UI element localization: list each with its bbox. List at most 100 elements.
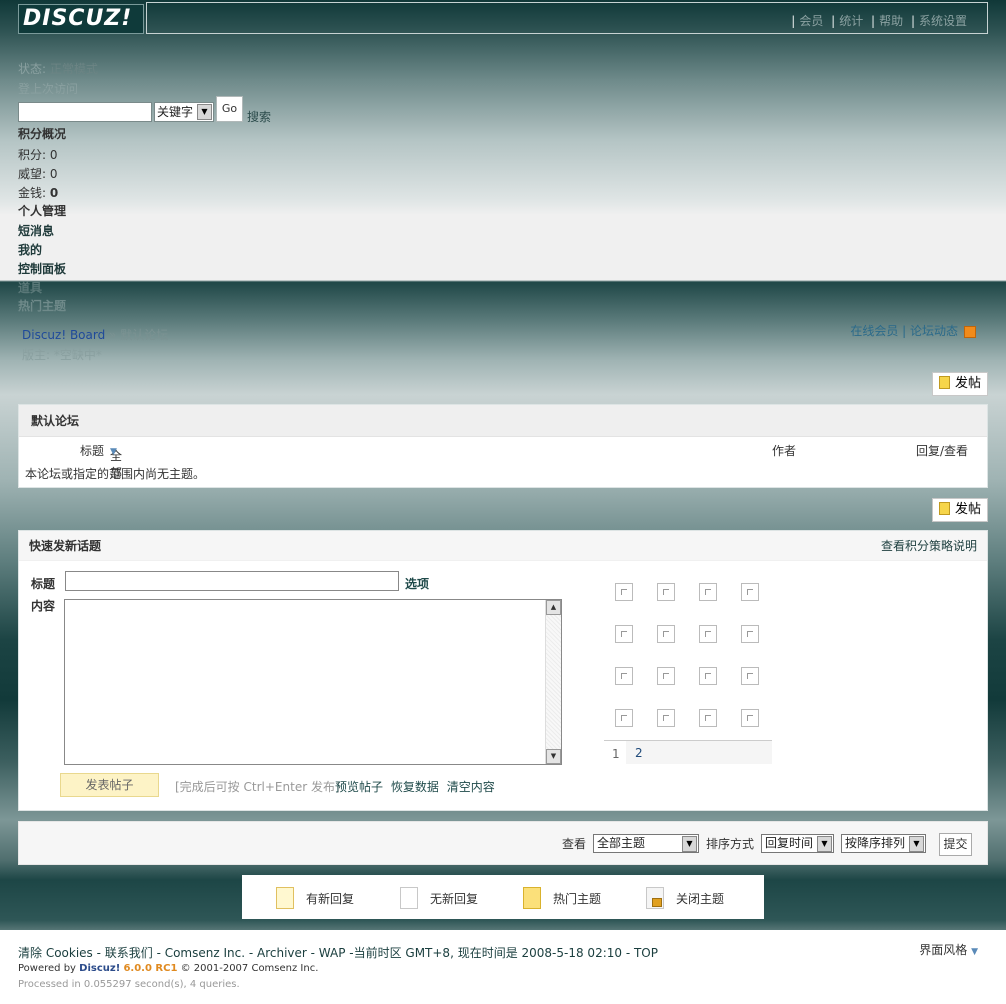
smiley-icon[interactable] — [615, 583, 633, 601]
smiley-icon[interactable] — [741, 583, 759, 601]
breadcrumb: Discuz! Board » 默认论坛 — [22, 328, 169, 342]
search-type-value: 关键字 — [157, 105, 194, 119]
filter-bar: 查看 全部主题 ▼ 排序方式 回复时间 ▼ 按降序排列 ▼ 提交 — [18, 821, 988, 865]
preview-post-link[interactable]: 预览帖子 — [335, 780, 383, 794]
smiley-icon[interactable] — [615, 625, 633, 643]
menu-tools[interactable]: 道具 — [18, 279, 42, 296]
legend-no-new-replies: 无新回复 — [400, 887, 478, 909]
submit-hint: [完成后可按 Ctrl+Enter 发布] — [175, 780, 340, 794]
smiley-icon[interactable] — [741, 667, 759, 685]
legend-closed-topics: 关闭主题 — [646, 887, 724, 909]
menu-personal: 个人管理 — [18, 204, 67, 218]
smiley-icon[interactable] — [699, 709, 717, 727]
chevron-down-icon: ▼ — [909, 836, 924, 852]
hot-topic-icon — [523, 887, 541, 909]
smiley-icon[interactable] — [741, 625, 759, 643]
nav-help[interactable]: 帮助 — [879, 14, 903, 28]
page-1: 1 — [612, 747, 620, 761]
smiley-pager: 1 2 — [604, 740, 772, 764]
credit-prestige: 威望: 0 — [18, 167, 58, 181]
options-link[interactable]: 选项 — [405, 575, 429, 592]
smiley-icon[interactable] — [699, 583, 717, 601]
mode-line: 状态: 正常模式 — [18, 60, 98, 77]
menu-messages[interactable]: 短消息 — [18, 222, 54, 239]
order-select[interactable]: 按降序排列 ▼ — [841, 834, 926, 853]
col-replies: 回复/查看 — [916, 444, 969, 458]
forum-panel: 默认论坛 标题 全部 ▼ 作者 回复/查看 本论坛或指定的范围内尚无主题。 — [18, 404, 988, 488]
legend: 有新回复 无新回复 热门主题 关闭主题 — [242, 875, 764, 919]
content-label: 内容 — [31, 599, 56, 613]
chevron-down-icon: ▼ — [110, 447, 117, 457]
subject-label: 标题 — [31, 577, 56, 591]
breadcrumb-current: 默认论坛 — [120, 328, 169, 342]
smiley-icon[interactable] — [741, 709, 759, 727]
top-nav: | 会员 | 统计 | 帮助 | 系统设置 — [791, 14, 967, 28]
footer: 清除 Cookies - 联系我们 - Comsenz Inc. - Archi… — [0, 930, 1006, 1004]
restore-data-link[interactable]: 恢复数据 — [391, 780, 439, 794]
credit-score: 积分: 0 — [18, 148, 58, 162]
new-post-button-top[interactable]: 发帖 — [932, 372, 988, 396]
content-textarea[interactable]: ▲ ▼ — [64, 599, 562, 765]
smiley-icon[interactable] — [657, 667, 675, 685]
nav-stats[interactable]: 统计 — [839, 14, 863, 28]
credit-policy-link[interactable]: 查看积分策略说明 — [881, 531, 977, 561]
menu-hot-topics[interactable]: 热门主题 — [18, 297, 66, 314]
quick-post-header: 快速发新话题 查看积分策略说明 — [19, 531, 987, 561]
menu-mine[interactable]: 我的 — [18, 241, 42, 258]
view-select[interactable]: 全部主题 ▼ — [593, 834, 699, 853]
rss-icon[interactable] — [964, 325, 976, 338]
new-post-button-bottom[interactable]: 发帖 — [932, 498, 988, 522]
nav-settings[interactable]: 系统设置 — [919, 14, 967, 28]
scroll-up-icon[interactable]: ▲ — [546, 600, 561, 615]
chevron-down-icon: ▼ — [817, 836, 832, 852]
col-author: 作者 — [772, 444, 797, 458]
processed-info: Processed in 0.055297 second(s), 4 queri… — [18, 979, 240, 990]
moderator-line: 版主: *空缺中* — [22, 348, 102, 362]
search-input[interactable] — [18, 102, 152, 122]
powered-by: Powered by Discuz! 6.0.0 RC1 © 2001-2007… — [18, 963, 319, 974]
submit-post-button[interactable]: 发表帖子 — [60, 773, 159, 797]
empty-message: 本论坛或指定的范围内尚无主题。 — [25, 467, 206, 481]
search-link[interactable]: 搜索 — [247, 108, 271, 125]
smiley-icon[interactable] — [615, 667, 633, 685]
filter-submit-button[interactable]: 提交 — [939, 833, 972, 856]
mode-value[interactable]: 正常模式 — [50, 62, 98, 76]
page-2[interactable]: 2 — [626, 741, 772, 764]
sort-select[interactable]: 回复时间 ▼ — [761, 834, 834, 853]
smiley-icon[interactable] — [657, 583, 675, 601]
smiley-icon[interactable] — [699, 625, 717, 643]
textarea-scrollbar[interactable]: ▲ ▼ — [545, 600, 561, 764]
new-reply-icon — [276, 887, 294, 909]
quick-post-panel: 快速发新话题 查看积分策略说明 标题 选项 内容 ▲ ▼ 1 2 发表帖子 [完… — [18, 530, 988, 811]
discuz-logo[interactable]: DISCUZ! — [18, 4, 144, 34]
last-visit-line: 登上次访问 — [18, 82, 79, 96]
nav-members[interactable]: 会员 — [799, 14, 823, 28]
post-icon — [939, 502, 950, 515]
scroll-down-icon[interactable]: ▼ — [546, 749, 561, 764]
clear-content-link[interactable]: 清空内容 — [447, 780, 495, 794]
view-label: 查看 — [562, 837, 587, 851]
credits-title: 积分概况 — [18, 127, 67, 141]
right-links[interactable]: 在线会员 | 论坛动态 — [850, 322, 976, 339]
credit-money: 金钱: 0 — [18, 186, 59, 200]
chevron-down-icon: ▼ — [971, 947, 978, 957]
menu-control-panel[interactable]: 控制面板 — [18, 260, 66, 277]
go-button[interactable]: Go — [216, 96, 243, 122]
breadcrumb-home[interactable]: Discuz! Board — [22, 328, 105, 342]
subject-input[interactable] — [65, 571, 399, 591]
legend-hot-topics: 热门主题 — [523, 887, 601, 909]
smiley-icon[interactable] — [657, 625, 675, 643]
smiley-icon[interactable] — [699, 667, 717, 685]
smiley-icon[interactable] — [657, 709, 675, 727]
search-type-select[interactable]: 关键字 ▼ — [154, 102, 214, 122]
sort-label: 排序方式 — [706, 837, 755, 851]
post-icon — [939, 376, 950, 389]
style-switcher[interactable]: 界面风格 ▼ — [919, 941, 978, 958]
top-bar: | 会员 | 统计 | 帮助 | 系统设置 — [146, 2, 988, 34]
post-actions: 预览帖子 恢复数据 清空内容 — [335, 778, 499, 795]
chevron-down-icon: ▼ — [197, 104, 212, 120]
smiley-icon[interactable] — [615, 709, 633, 727]
forum-title: 默认论坛 — [19, 405, 987, 437]
legend-new-replies: 有新回复 — [276, 887, 354, 909]
footer-links[interactable]: 清除 Cookies - 联系我们 - Comsenz Inc. - Archi… — [18, 944, 658, 961]
